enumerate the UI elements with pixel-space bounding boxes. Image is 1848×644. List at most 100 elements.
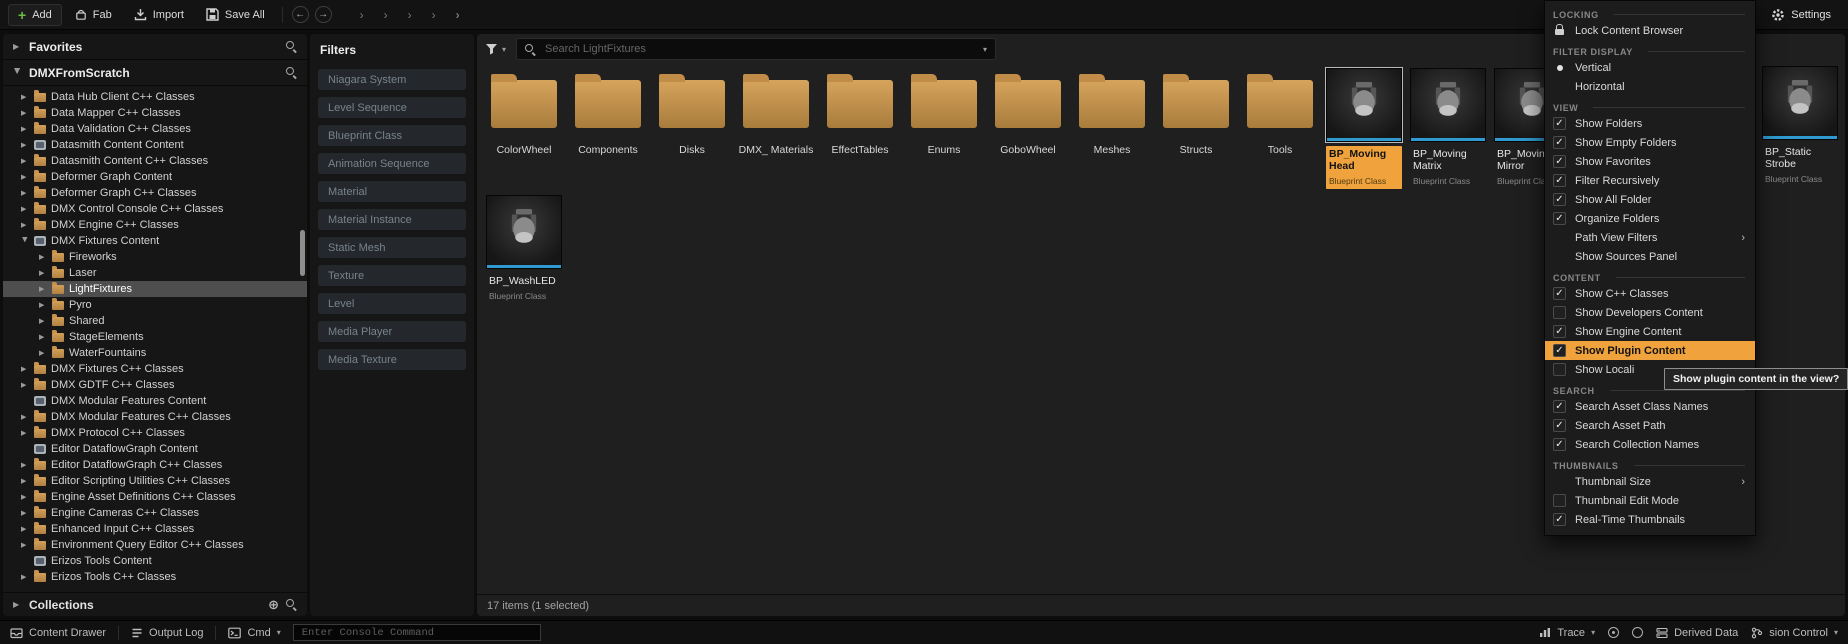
root-expand-icon[interactable]: ▶ bbox=[13, 68, 22, 77]
folder-tile[interactable]: Enums bbox=[903, 66, 985, 189]
tree-item[interactable]: ▶ DMX Fixtures C++ Classes bbox=[3, 361, 307, 377]
tree-item[interactable]: ▶ DMX Control Console C++ Classes bbox=[3, 201, 307, 217]
tree-expand-icon[interactable]: ▶ bbox=[21, 221, 29, 229]
tree-expand-icon[interactable]: ▶ bbox=[21, 93, 29, 101]
tree-expand-icon[interactable]: ▶ bbox=[39, 269, 47, 277]
filter-dropdown-button[interactable]: ▾ bbox=[485, 43, 506, 55]
content-drawer-button[interactable]: Content Drawer bbox=[10, 627, 106, 639]
sidebar-scrollbar-thumb[interactable] bbox=[300, 230, 305, 276]
add-button[interactable]: + Add bbox=[8, 4, 62, 26]
settings-menu-item[interactable]: Show Developers Content › bbox=[1545, 303, 1755, 322]
folder-tile[interactable]: Meshes bbox=[1071, 66, 1153, 189]
favorites-expand-icon[interactable]: ▶ bbox=[13, 42, 22, 51]
asset-tile[interactable]: BP_Static Strobe Blueprint Class bbox=[1759, 66, 1841, 187]
settings-menu-item[interactable]: Filter Recursively › bbox=[1545, 171, 1755, 190]
tree-expand-icon[interactable]: ▶ bbox=[21, 525, 29, 533]
settings-menu-item[interactable]: Show Empty Folders › bbox=[1545, 133, 1755, 152]
tree-expand-icon[interactable]: ▶ bbox=[21, 109, 29, 117]
settings-menu-item[interactable]: Vertical › bbox=[1545, 58, 1755, 77]
settings-menu-item[interactable]: Path View Filters › bbox=[1545, 228, 1755, 247]
tree-item[interactable]: ▶ Engine Cameras C++ Classes bbox=[3, 505, 307, 521]
filter-chip[interactable]: Texture bbox=[318, 265, 466, 286]
menu-item-control-icon[interactable] bbox=[1553, 231, 1566, 244]
tree-expand-icon[interactable]: ▶ bbox=[21, 381, 29, 389]
folder-tile[interactable]: Structs bbox=[1155, 66, 1237, 189]
settings-menu-item[interactable]: Organize Folders › bbox=[1545, 209, 1755, 228]
settings-menu-item[interactable]: Horizontal › bbox=[1545, 77, 1755, 96]
folder-tile[interactable]: EffectTables bbox=[819, 66, 901, 189]
folder-tile[interactable]: Tools bbox=[1239, 66, 1321, 189]
settings-menu-item[interactable]: Show C++ Classes › bbox=[1545, 284, 1755, 303]
tree-expand-icon[interactable]: ▶ bbox=[21, 461, 29, 469]
tree-item[interactable]: ▶ Environment Query Editor C++ Classes bbox=[3, 537, 307, 553]
search-history-caret-icon[interactable]: ▾ bbox=[983, 45, 987, 54]
sources-search-icon[interactable] bbox=[286, 67, 297, 78]
settings-menu-item[interactable]: Search Collection Names › bbox=[1545, 435, 1755, 454]
tree-item[interactable]: ▶ Shared bbox=[3, 313, 307, 329]
menu-item-control-icon[interactable] bbox=[1553, 363, 1566, 376]
tree-expand-icon[interactable]: ▶ bbox=[39, 253, 47, 261]
menu-item-control-icon[interactable] bbox=[1553, 80, 1566, 93]
tree-item[interactable]: ▶ Deformer Graph Content bbox=[3, 169, 307, 185]
settings-button[interactable]: Settings bbox=[1762, 4, 1840, 26]
tree-item[interactable]: ▶ Deformer Graph C++ Classes bbox=[3, 185, 307, 201]
tree-expand-icon[interactable]: ▶ bbox=[21, 237, 29, 245]
filter-chip[interactable]: Niagara System bbox=[318, 69, 466, 90]
asset-tile[interactable]: BP_Moving Head Blueprint Class bbox=[1323, 66, 1405, 189]
menu-item-control-icon[interactable] bbox=[1553, 494, 1566, 507]
tree-expand-icon[interactable]: ▶ bbox=[21, 429, 29, 437]
add-collection-icon[interactable]: ⊕ bbox=[268, 599, 279, 611]
revision-control-button[interactable]: sion Control ▾ bbox=[1751, 627, 1838, 639]
tree-expand-icon[interactable]: ▶ bbox=[21, 509, 29, 517]
menu-item-control-icon[interactable] bbox=[1553, 419, 1566, 432]
trace-dropdown[interactable]: Trace ▾ bbox=[1539, 627, 1595, 639]
folder-tile[interactable]: GoboWheel bbox=[987, 66, 1069, 189]
back-button[interactable]: ← bbox=[292, 6, 309, 23]
folder-tile[interactable]: ColorWheel bbox=[483, 66, 565, 189]
settings-menu-item[interactable]: Thumbnail Size › bbox=[1545, 472, 1755, 491]
console-command-input[interactable] bbox=[300, 626, 534, 640]
menu-item-control-icon[interactable] bbox=[1553, 117, 1566, 130]
tree-expand-icon[interactable]: ▶ bbox=[39, 333, 47, 341]
breadcrumb-item[interactable] bbox=[421, 8, 445, 22]
settings-menu-item[interactable]: Show Favorites › bbox=[1545, 152, 1755, 171]
tree-item[interactable]: ▶ Datasmith Content C++ Classes bbox=[3, 153, 307, 169]
tree-item[interactable]: ▶ Editor DataflowGraph Content bbox=[3, 441, 307, 457]
save-all-button[interactable]: Save All bbox=[197, 4, 274, 25]
tree-expand-icon[interactable]: ▶ bbox=[21, 189, 29, 197]
breadcrumb-item[interactable] bbox=[445, 8, 469, 22]
filter-chip[interactable]: Level Sequence bbox=[318, 97, 466, 118]
tree-item[interactable]: ▶ Laser bbox=[3, 265, 307, 281]
settings-menu-item[interactable]: Lock Content Browser › bbox=[1545, 21, 1755, 40]
tree-item[interactable]: ▶ DMX Protocol C++ Classes bbox=[3, 425, 307, 441]
tree-expand-icon[interactable]: ▶ bbox=[21, 493, 29, 501]
menu-item-control-icon[interactable] bbox=[1553, 400, 1566, 413]
tree-item[interactable]: ▶ Pyro bbox=[3, 297, 307, 313]
menu-item-control-icon[interactable] bbox=[1553, 513, 1566, 526]
tree-item[interactable]: ▶ Enhanced Input C++ Classes bbox=[3, 521, 307, 537]
filter-chip[interactable]: Static Mesh bbox=[318, 237, 466, 258]
menu-item-control-icon[interactable] bbox=[1553, 193, 1566, 206]
tree-item[interactable]: ▶ DMX GDTF C++ Classes bbox=[3, 377, 307, 393]
tree-item[interactable]: ▶ DMX Engine C++ Classes bbox=[3, 217, 307, 233]
root-folder-header[interactable]: ▶ DMXFromScratch bbox=[3, 60, 307, 86]
tree-expand-icon[interactable]: ▶ bbox=[21, 573, 29, 581]
tree-expand-icon[interactable]: ▶ bbox=[39, 285, 47, 293]
cmd-dropdown[interactable]: Cmd ▾ bbox=[228, 627, 280, 639]
menu-item-control-icon[interactable] bbox=[1553, 287, 1566, 300]
breadcrumb-item[interactable] bbox=[373, 8, 397, 22]
tree-item[interactable]: ▶ DMX Modular Features C++ Classes bbox=[3, 409, 307, 425]
collections-expand-icon[interactable]: ▶ bbox=[13, 600, 22, 609]
settings-menu-item[interactable]: Search Asset Path › bbox=[1545, 416, 1755, 435]
import-button[interactable]: Import bbox=[125, 4, 193, 25]
filter-chip[interactable]: Material bbox=[318, 181, 466, 202]
breadcrumb-item[interactable] bbox=[349, 8, 373, 22]
tree-expand-icon[interactable]: ▶ bbox=[21, 477, 29, 485]
menu-item-control-icon[interactable] bbox=[1553, 24, 1566, 37]
tree-expand-icon[interactable]: ▶ bbox=[21, 541, 29, 549]
derived-data-button[interactable]: Derived Data bbox=[1656, 627, 1738, 639]
menu-item-control-icon[interactable] bbox=[1553, 61, 1566, 74]
folder-tile[interactable]: Components bbox=[567, 66, 649, 189]
tree-item[interactable]: ▶ Erizos Tools C++ Classes bbox=[3, 569, 307, 585]
tree-item[interactable]: ▶ Editor DataflowGraph C++ Classes bbox=[3, 457, 307, 473]
